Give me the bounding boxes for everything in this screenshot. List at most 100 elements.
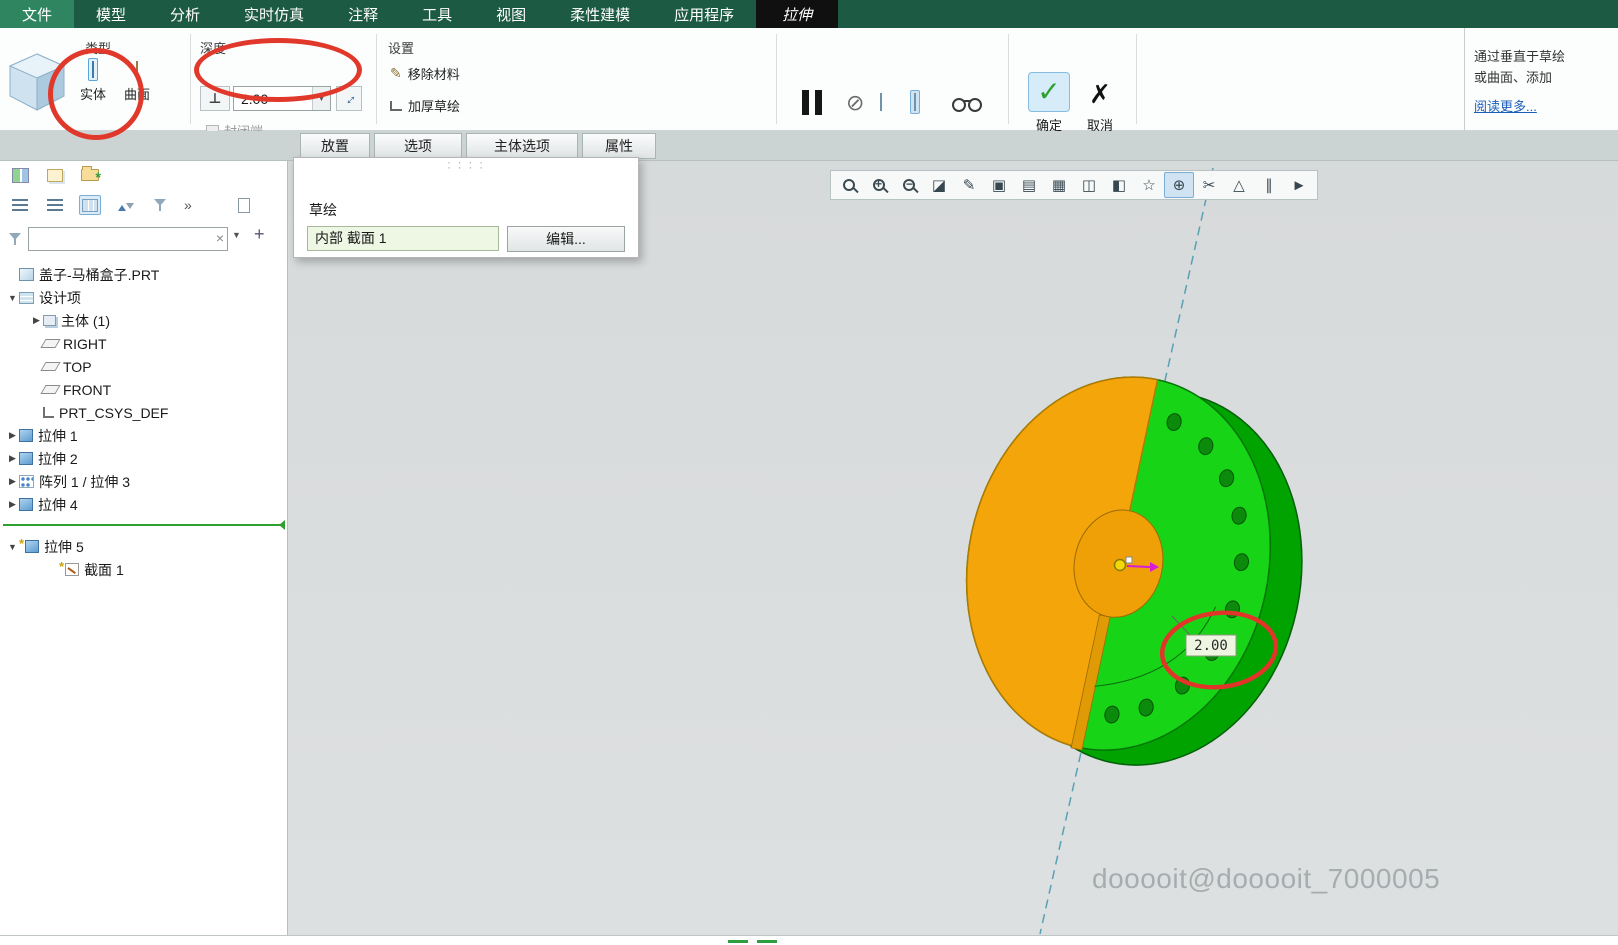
expander-icon[interactable]: ▶ <box>6 476 19 487</box>
menu-tab-extrude-active[interactable]: 拉伸 <box>756 0 839 28</box>
zoom-region-icon[interactable] <box>834 172 864 198</box>
edit-sketch-button[interactable]: 编辑... <box>507 226 625 252</box>
depth-type-button[interactable]: ⊥ <box>200 86 230 111</box>
tree-node-label: 截面 1 <box>84 561 124 578</box>
depth-value[interactable]: 2.00 <box>234 91 312 107</box>
chevron-down-icon[interactable]: ▼ <box>312 87 330 110</box>
expander-icon[interactable]: ▶ <box>6 453 19 464</box>
depth-value-combobox[interactable]: 2.00 ▼ <box>233 86 331 111</box>
toolbar-overflow-chevron[interactable]: » <box>184 197 192 213</box>
section-icon[interactable]: ◧ <box>1104 172 1134 198</box>
read-more-link[interactable]: 阅读更多... <box>1474 96 1537 117</box>
menu-tab-applications[interactable]: 应用程序 <box>652 0 756 28</box>
warning-display-icon[interactable]: △ <box>1224 172 1254 198</box>
help-panel: 通过垂直于草绘 或曲面、添加 阅读更多... <box>1464 28 1618 131</box>
tree-filter-input[interactable] <box>31 229 207 249</box>
depth-drag-handle[interactable] <box>1113 558 1127 572</box>
tree-sort-button[interactable] <box>114 195 136 215</box>
menu-tab-live-simulation[interactable]: 实时仿真 <box>222 0 326 28</box>
layer-tree-button[interactable] <box>44 165 66 185</box>
tree-row-bodies[interactable]: ▶ 主体 (1) <box>0 309 287 332</box>
tab-placement[interactable]: 放置 <box>300 133 370 159</box>
ok-button[interactable]: ✓ 确定 <box>1026 72 1072 134</box>
surface-type-button[interactable]: 曲面 <box>124 58 150 103</box>
separator <box>190 34 191 124</box>
tree-list-button[interactable] <box>9 195 31 215</box>
tree-row-part-root[interactable]: 盖子-马桶盒子.PRT <box>0 263 287 286</box>
menu-tab-flexible-modeling[interactable]: 柔性建模 <box>548 0 652 28</box>
tree-filter-settings-button[interactable] <box>149 195 171 215</box>
tree-row-extrude-2[interactable]: ▶ 拉伸 2 <box>0 447 287 470</box>
expander-icon[interactable]: ▶ <box>6 499 19 510</box>
zoom-in-icon[interactable] <box>864 172 894 198</box>
menu-tab-tools[interactable]: 工具 <box>400 0 474 28</box>
menu-tab-model[interactable]: 模型 <box>74 0 148 28</box>
attached-preview-button-pressed[interactable] <box>910 90 920 114</box>
tree-node-label: 拉伸 4 <box>38 496 78 513</box>
pause-small-icon[interactable]: ∥ <box>1254 172 1284 198</box>
sketch-reference-field[interactable]: 内部 截面 1 <box>307 226 499 251</box>
tab-options[interactable]: 选项 <box>374 133 462 159</box>
pending-asterisk-icon: * <box>19 536 25 551</box>
verify-glasses-icon[interactable] <box>952 98 982 112</box>
cover-part-3d[interactable] <box>931 349 1338 794</box>
unattached-preview-button[interactable] <box>880 93 882 111</box>
view-manager-icon[interactable]: ▦ <box>1044 172 1074 198</box>
perspective-icon[interactable]: ◫ <box>1074 172 1104 198</box>
tree-row-datum-top[interactable]: TOP <box>0 355 287 378</box>
flip-depth-direction-button[interactable]: ↔ <box>336 86 362 111</box>
saved-orientations-icon[interactable]: ▤ <box>1014 172 1044 198</box>
blind-depth-icon: ⊥ <box>208 90 222 106</box>
expander-icon[interactable]: ▶ <box>6 430 19 441</box>
tab-body-options[interactable]: 主体选项 <box>466 133 578 159</box>
tree-detail-list-button[interactable] <box>44 195 66 215</box>
panel-drag-handle[interactable]: · · · · · · · · <box>294 158 638 174</box>
depth-dimension-value[interactable]: 2.00 <box>1194 638 1228 654</box>
remove-material-toggle[interactable]: ✎ 移除材料 <box>390 64 460 83</box>
display-style-icon[interactable]: ▣ <box>984 172 1014 198</box>
scroll-marker <box>757 940 777 943</box>
tree-row-extrude-4[interactable]: ▶ 拉伸 4 <box>0 493 287 516</box>
expander-icon[interactable]: ▼ <box>6 542 19 552</box>
no-preview-icon[interactable]: ⊘ <box>846 90 864 116</box>
clear-filter-icon[interactable]: × <box>216 230 224 246</box>
model-tree-toggle-button[interactable] <box>9 165 31 185</box>
filter-add-icon[interactable]: + <box>254 224 265 245</box>
menu-tab-annotate[interactable]: 注释 <box>326 0 400 28</box>
zoom-out-icon[interactable] <box>894 172 924 198</box>
tree-row-section-1-pending[interactable]: * 截面 1 <box>0 558 287 581</box>
tree-row-pattern-1[interactable]: ▶ 阵列 1 / 拉伸 3 <box>0 470 287 493</box>
tree-document-button[interactable] <box>233 195 255 215</box>
expander-icon[interactable]: ▼ <box>6 293 19 303</box>
graphics-viewport[interactable]: ◪ ✎ ▣ ▤ ▦ ◫ ◧ ☆ ⊕ ✂ △ ∥ ► <box>288 161 1618 935</box>
tree-row-extrude-1[interactable]: ▶ 拉伸 1 <box>0 424 287 447</box>
menu-tab-analysis[interactable]: 分析 <box>148 0 222 28</box>
pause-button[interactable] <box>802 90 822 115</box>
insertion-locator-line[interactable] <box>3 520 285 530</box>
cancel-button[interactable]: ✗ 取消 <box>1080 76 1120 134</box>
tree-columns-button[interactable] <box>79 195 101 215</box>
filter-dropdown-icon[interactable]: ▼ <box>232 230 241 240</box>
separator <box>1136 34 1137 124</box>
tree-row-datum-right[interactable]: RIGHT <box>0 332 287 355</box>
tree-row-csys[interactable]: PRT_CSYS_DEF <box>0 401 287 424</box>
handle-square[interactable] <box>1125 556 1133 564</box>
annotation-display-icon[interactable]: ☆ <box>1134 172 1164 198</box>
repaint-icon[interactable]: ✎ <box>954 172 984 198</box>
model-canvas[interactable]: 2.00 <box>288 161 1618 935</box>
spin-center-icon[interactable]: ⊕ <box>1164 172 1194 198</box>
tree-row-datum-front[interactable]: FRONT <box>0 378 287 401</box>
menu-tab-file[interactable]: 文件 <box>0 0 75 28</box>
tree-row-extrude-5-pending[interactable]: ▼ * 拉伸 5 <box>0 535 287 558</box>
resume-icon[interactable]: ► <box>1284 172 1314 198</box>
menu-tab-view[interactable]: 视图 <box>474 0 548 28</box>
favorites-folder-button[interactable] <box>79 165 101 185</box>
thicken-sketch-toggle[interactable]: 加厚草绘 <box>390 96 460 115</box>
preview-cube-icon <box>914 93 916 111</box>
tree-row-design-items[interactable]: ▼ 设计项 <box>0 286 287 309</box>
expander-icon[interactable]: ▶ <box>30 315 43 326</box>
datum-display-icon[interactable]: ✂ <box>1194 172 1224 198</box>
solid-type-button[interactable]: 实体 <box>80 58 106 103</box>
tab-properties[interactable]: 属性 <box>582 133 656 159</box>
refit-icon[interactable]: ◪ <box>924 172 954 198</box>
